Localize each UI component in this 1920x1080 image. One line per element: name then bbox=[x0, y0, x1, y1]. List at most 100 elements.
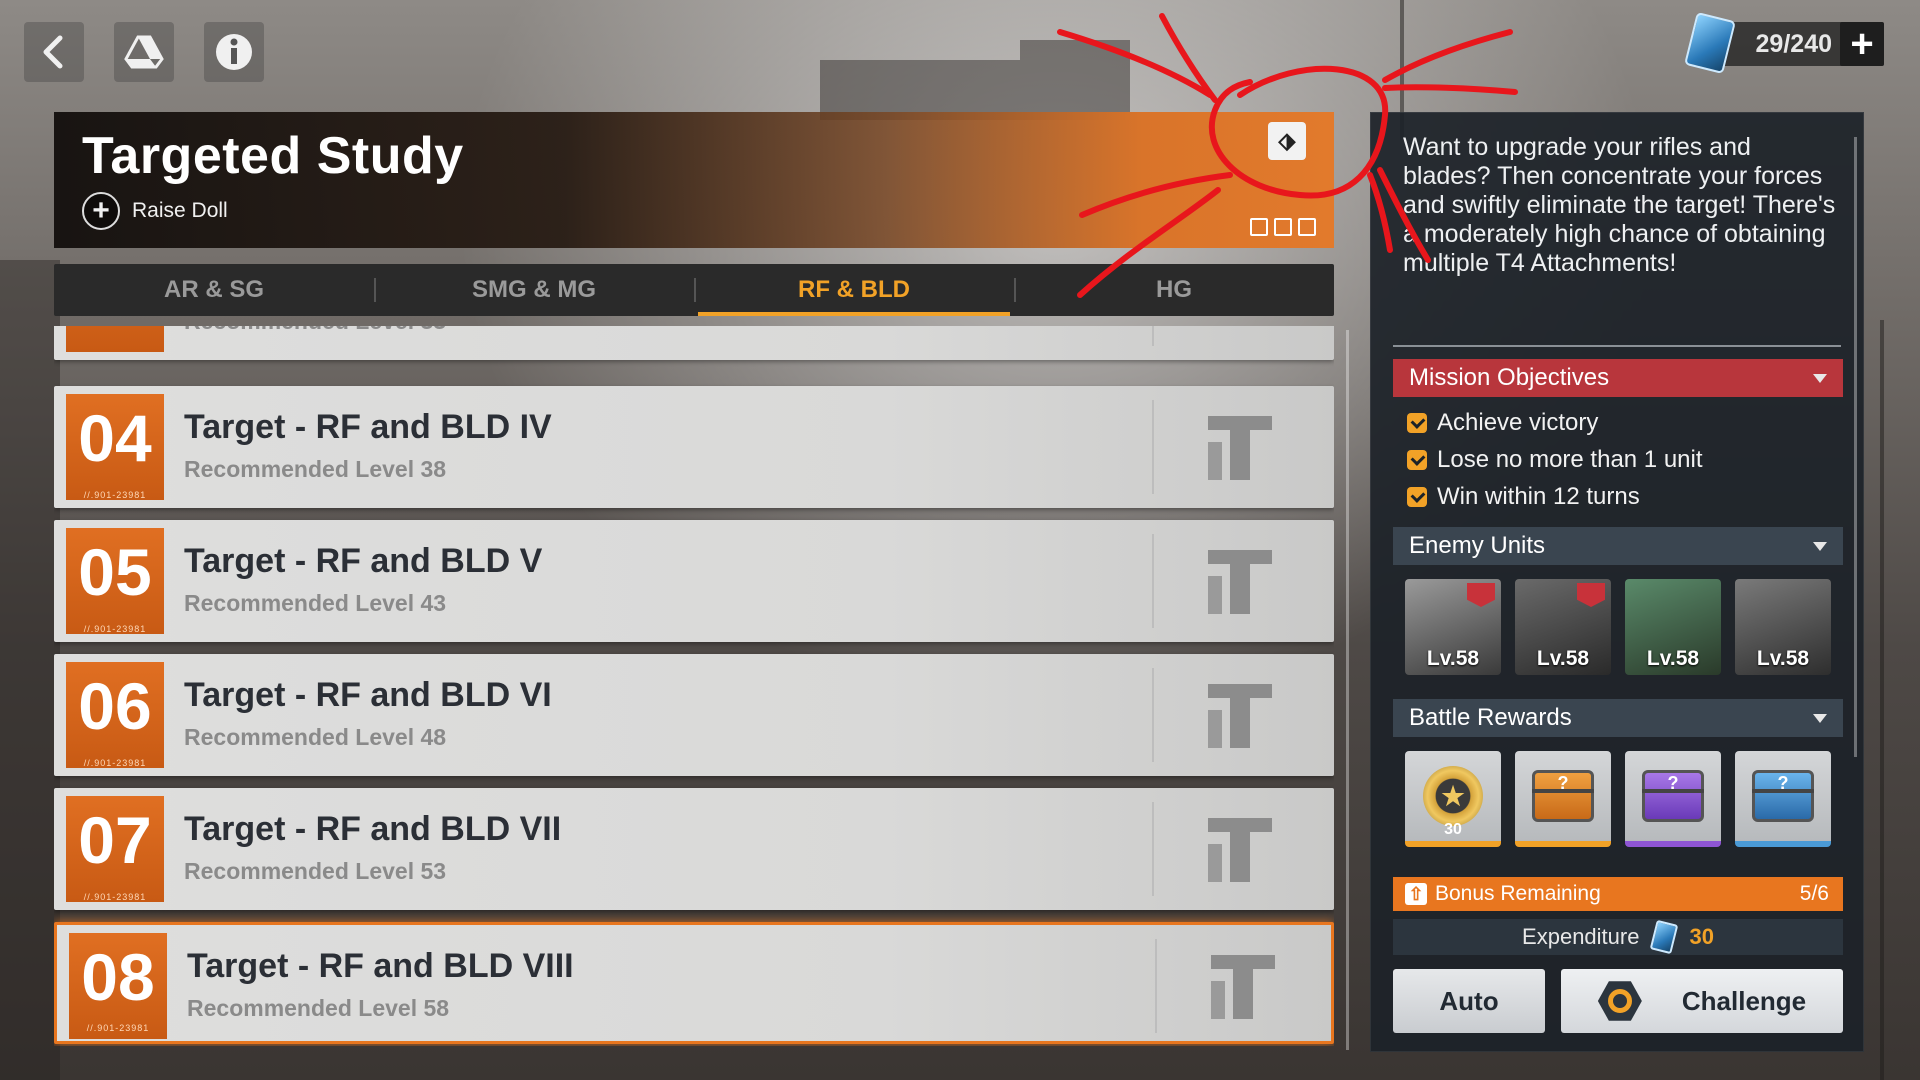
back-button[interactable] bbox=[24, 22, 84, 82]
divider bbox=[1152, 326, 1154, 346]
enemy-unit[interactable]: Lv.58 bbox=[1405, 579, 1501, 675]
expenditure-label: Expenditure bbox=[1522, 924, 1640, 949]
bonus-value: 5/6 bbox=[1799, 882, 1829, 905]
boss-icon bbox=[1577, 583, 1605, 607]
add-currency-button[interactable]: + bbox=[1840, 22, 1884, 66]
stage-code: //.901-23981 bbox=[83, 624, 147, 634]
page-title: Targeted Study bbox=[82, 127, 464, 185]
check-icon bbox=[1407, 450, 1427, 470]
enemy-unit[interactable]: Lv.58 bbox=[1735, 579, 1831, 675]
bonus-up-icon: ⇧ bbox=[1405, 883, 1427, 905]
stage-code: //.901-23981 bbox=[83, 758, 147, 768]
stage-code: //.901-23981 bbox=[83, 892, 147, 902]
check-icon bbox=[1407, 413, 1427, 433]
reward-item[interactable]: ★ 30 bbox=[1405, 751, 1501, 847]
annotation-ray bbox=[1382, 84, 1518, 95]
background-building bbox=[820, 60, 1020, 120]
stage-description: Want to upgrade your rifles and blades? … bbox=[1403, 133, 1836, 277]
share-button[interactable]: ⬗ bbox=[1268, 122, 1306, 160]
banner-tags bbox=[1250, 218, 1316, 236]
panel-scrollbar[interactable] bbox=[1854, 137, 1857, 757]
annotation-ray bbox=[1159, 13, 1218, 103]
stage-title: Target - RF and BLD VI bbox=[184, 676, 552, 714]
stage-number: 05 bbox=[66, 528, 164, 634]
divider bbox=[1393, 345, 1841, 347]
divider bbox=[1152, 400, 1154, 494]
enemy-level: Lv.58 bbox=[1646, 647, 1700, 670]
tag-icon bbox=[1250, 218, 1268, 236]
stage-item[interactable]: 03 Recommended Level 33 bbox=[54, 326, 1334, 360]
divider bbox=[1152, 668, 1154, 762]
info-button[interactable] bbox=[204, 22, 264, 82]
chevron-down-icon bbox=[1813, 713, 1827, 723]
stage-title: Target - RF and BLD V bbox=[184, 542, 543, 580]
tab-ar-sg[interactable]: AR & SG bbox=[54, 264, 374, 316]
reward-count: 30 bbox=[1444, 821, 1462, 838]
stage-item[interactable]: 04 //.901-23981 Target - RF and BLD IV R… bbox=[54, 386, 1334, 508]
stage-item[interactable]: 07 //.901-23981 Target - RF and BLD VII … bbox=[54, 788, 1334, 910]
weapon-category-tabs: AR & SG SMG & MG RF & BLD HG bbox=[54, 264, 1334, 316]
boss-icon bbox=[1467, 583, 1495, 607]
background-building bbox=[1020, 40, 1130, 120]
challenge-button[interactable]: Challenge bbox=[1561, 969, 1843, 1033]
tab-rf-bld[interactable]: RF & BLD bbox=[694, 264, 1014, 316]
stage-title: Target - RF and BLD IV bbox=[184, 408, 552, 446]
battle-rewards-header[interactable]: Battle Rewards bbox=[1393, 699, 1843, 737]
plus-icon: + bbox=[82, 192, 120, 230]
annotation-ray bbox=[1382, 29, 1513, 83]
stage-item[interactable]: 05 //.901-23981 Target - RF and BLD V Re… bbox=[54, 520, 1334, 642]
logo-icon bbox=[1208, 684, 1272, 748]
mission-objectives-header[interactable]: Mission Objectives bbox=[1393, 359, 1843, 397]
blue-chest-icon: ? bbox=[1752, 770, 1814, 822]
logo-icon bbox=[1208, 550, 1272, 614]
reward-item[interactable]: ? bbox=[1625, 751, 1721, 847]
bonus-remaining-bar: ⇧ Bonus Remaining 5/6 bbox=[1393, 877, 1843, 911]
objective-text: Win within 12 turns bbox=[1437, 483, 1640, 510]
divider bbox=[1155, 939, 1157, 1033]
divider bbox=[1152, 802, 1154, 896]
objective-text: Lose no more than 1 unit bbox=[1437, 446, 1703, 473]
raise-doll-button[interactable]: + Raise Doll bbox=[82, 192, 228, 230]
enemy-level: Lv.58 bbox=[1536, 647, 1590, 670]
stage-list-scrollbar[interactable] bbox=[1346, 330, 1349, 1050]
stamina-crystal-icon bbox=[1684, 11, 1736, 75]
section-title: Battle Rewards bbox=[1409, 704, 1572, 731]
logo-icon bbox=[1208, 818, 1272, 882]
stage-item-selected[interactable]: 08 //.901-23981 Target - RF and BLD VIII… bbox=[54, 922, 1334, 1044]
currency-value: 29/240 bbox=[1755, 29, 1832, 58]
enemy-units-header[interactable]: Enemy Units bbox=[1393, 527, 1843, 565]
section-title: Enemy Units bbox=[1409, 532, 1546, 559]
objective-text: Achieve victory bbox=[1437, 409, 1599, 436]
stamina-crystal-icon bbox=[1650, 919, 1679, 955]
enemy-unit[interactable]: Lv.58 bbox=[1625, 579, 1721, 675]
stage-level: Recommended Level 48 bbox=[184, 724, 447, 750]
objective-item: Achieve victory bbox=[1407, 409, 1598, 437]
auto-button[interactable]: Auto bbox=[1393, 969, 1545, 1033]
stage-level: Recommended Level 43 bbox=[184, 590, 447, 616]
back-arrow-icon bbox=[43, 35, 63, 69]
stage-code: //.901-23981 bbox=[83, 490, 147, 500]
stage-banner: Targeted Study + Raise Doll ⬗ bbox=[54, 112, 1334, 248]
tab-hg[interactable]: HG bbox=[1014, 264, 1334, 316]
enemy-unit[interactable]: Lv.58 bbox=[1515, 579, 1611, 675]
expenditure-row: Expenditure 30 bbox=[1393, 919, 1843, 955]
orange-chest-icon: ? bbox=[1532, 770, 1594, 822]
stage-level: Recommended Level 58 bbox=[187, 995, 450, 1021]
stage-title: Target - RF and BLD VII bbox=[184, 810, 562, 848]
reward-item[interactable]: ? bbox=[1515, 751, 1611, 847]
check-icon bbox=[1407, 487, 1427, 507]
stage-level: Recommended Level 53 bbox=[184, 858, 447, 884]
info-icon bbox=[216, 34, 252, 70]
drive-button[interactable] bbox=[114, 22, 174, 82]
chevron-down-icon bbox=[1813, 541, 1827, 551]
tab-smg-mg[interactable]: SMG & MG bbox=[374, 264, 694, 316]
stage-number: 04 bbox=[66, 394, 164, 500]
stage-item[interactable]: 06 //.901-23981 Target - RF and BLD VI R… bbox=[54, 654, 1334, 776]
challenge-icon bbox=[1597, 981, 1642, 1021]
reward-item[interactable]: ? bbox=[1735, 751, 1831, 847]
objective-item: Win within 12 turns bbox=[1407, 483, 1640, 511]
stage-number: 06 bbox=[66, 662, 164, 768]
challenge-label: Challenge bbox=[1681, 985, 1807, 1016]
stage-code: //.901-23981 bbox=[86, 1023, 150, 1033]
expenditure-value: 30 bbox=[1689, 924, 1714, 949]
